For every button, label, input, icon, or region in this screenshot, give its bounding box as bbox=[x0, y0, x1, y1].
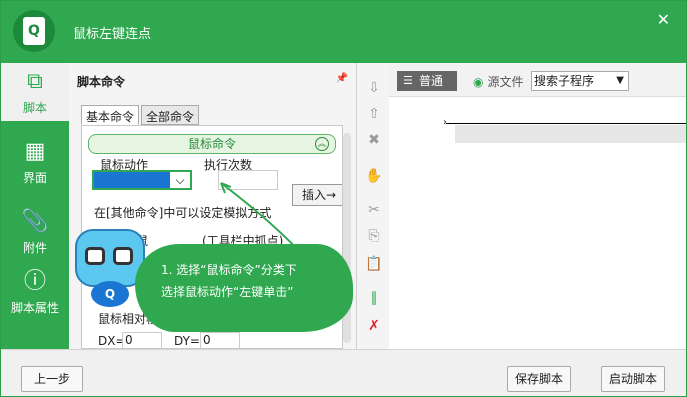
nav-label: 脚本 bbox=[22, 101, 47, 115]
footer-bar: 上一步 保存脚本 启动脚本 bbox=[1, 349, 686, 396]
normal-mode-button[interactable]: 普通 bbox=[397, 71, 457, 91]
grab-point-icon[interactable]: ✋ bbox=[365, 167, 383, 185]
group-title: 鼠标命令 bbox=[187, 137, 236, 151]
dx-input[interactable]: 0 bbox=[122, 332, 162, 348]
close-icon[interactable]: ✕ bbox=[657, 10, 670, 29]
window-title: 鼠标左键连点 bbox=[73, 27, 152, 42]
source-file-button[interactable]: ◉ 源文件 bbox=[473, 73, 524, 90]
tool-strip: ⇩ ⇧ ✖ ✋ ✂ ⎘ 📋 ∥ ✗ bbox=[357, 63, 389, 349]
panel-title: 脚本命令 bbox=[77, 75, 126, 89]
tutorial-line1: 1. 选择“鼠标命令”分类下 bbox=[161, 263, 297, 277]
title-bar: Q 鼠标左键连点 ✕ bbox=[1, 1, 686, 63]
tab-all-commands[interactable]: 全部命令 bbox=[141, 105, 200, 125]
tutorial-text: 1. 选择“鼠标命令”分类下 选择鼠标动作“左键单击” bbox=[161, 259, 347, 303]
script-icon: ⧉ bbox=[27, 69, 43, 94]
group-header-mouse[interactable]: 鼠标命令 ︽ bbox=[88, 134, 336, 154]
nav-label: 脚本属性 bbox=[10, 301, 59, 315]
script-editor[interactable]: 普通 ◉源文件 搜索子程序 ▼ › bbox=[389, 63, 686, 349]
search-subroutine-select[interactable]: 搜索子程序 ▼ bbox=[531, 71, 629, 91]
current-line-highlight bbox=[455, 125, 686, 143]
attachment-icon: 📎 bbox=[21, 209, 49, 234]
mouse-action-select[interactable]: ⌵ bbox=[92, 170, 192, 190]
paste-icon[interactable]: 📋 bbox=[365, 255, 383, 273]
move-up-icon[interactable]: ⇧ bbox=[365, 105, 383, 123]
tab-basic-commands[interactable]: 基本命令 bbox=[81, 105, 140, 125]
pin-icon[interactable]: 📌 bbox=[336, 73, 348, 84]
save-script-button[interactable]: 保存脚本 bbox=[507, 366, 571, 392]
dropdown-arrow-icon: ▼ bbox=[616, 75, 624, 86]
prev-button[interactable]: 上一步 bbox=[21, 366, 83, 392]
interface-icon: ▦ bbox=[24, 139, 46, 164]
tutorial-line2: 选择鼠标动作“左键单击” bbox=[161, 285, 294, 299]
main-window: Q 鼠标左键连点 ✕ ⧉ 脚本 ▦ 界面 📎 附件 ⓘ 脚本属性 脚本命令 📌 … bbox=[0, 0, 687, 397]
nav-label: 附件 bbox=[22, 241, 47, 255]
info-icon: ⓘ bbox=[23, 269, 46, 294]
chevron-down-icon: ⌵ bbox=[170, 172, 190, 188]
cut-icon[interactable]: ✂ bbox=[365, 201, 383, 219]
nav-label: 界面 bbox=[22, 171, 47, 185]
collapse-icon[interactable]: ︽ bbox=[315, 137, 329, 151]
move-down-icon[interactable]: ⇩ bbox=[365, 79, 383, 97]
source-file-icon: ◉ bbox=[473, 75, 484, 89]
comment-icon[interactable]: ∥ bbox=[365, 289, 383, 307]
nav-item-interface[interactable]: ▦ 界面 bbox=[1, 133, 69, 191]
editor-header: 普通 ◉源文件 搜索子程序 ▼ bbox=[389, 63, 686, 97]
nav-item-attachment[interactable]: 📎 附件 bbox=[1, 203, 69, 261]
copy-icon[interactable]: ⎘ bbox=[365, 227, 383, 245]
search-subroutine-value: 搜索子程序 bbox=[534, 74, 595, 88]
left-nav: ⧉ 脚本 ▦ 界面 📎 附件 ⓘ 脚本属性 bbox=[1, 63, 69, 349]
nav-item-properties[interactable]: ⓘ 脚本属性 bbox=[1, 263, 69, 321]
start-script-button[interactable]: 启动脚本 bbox=[601, 366, 665, 392]
app-logo-icon: Q bbox=[13, 10, 55, 52]
delete-icon[interactable]: ✖ bbox=[365, 131, 383, 149]
dy-label: DY= bbox=[174, 334, 200, 348]
source-file-label: 源文件 bbox=[487, 75, 524, 89]
nav-item-script[interactable]: ⧉ 脚本 bbox=[1, 63, 69, 121]
dy-input[interactable]: 0 bbox=[200, 332, 240, 348]
uncomment-icon[interactable]: ✗ bbox=[365, 317, 383, 335]
line-indicator bbox=[446, 123, 686, 124]
